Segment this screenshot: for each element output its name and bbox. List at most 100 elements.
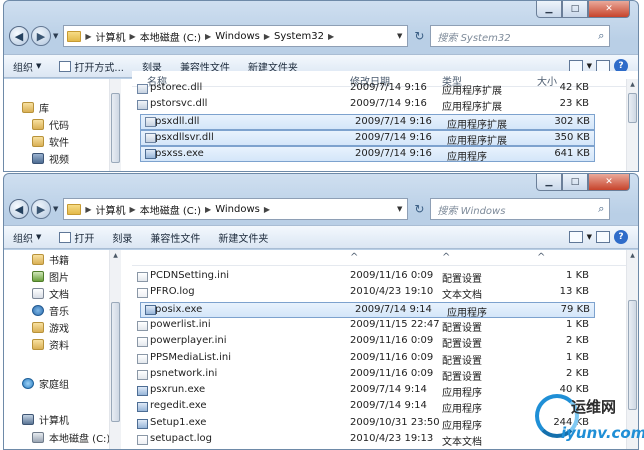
- file-date: 2009/11/16 0:09: [350, 335, 434, 347]
- file-row[interactable]: pstorec.dll 2009/7/14 9:16 应用程序扩展 42 KB: [132, 81, 593, 97]
- homegroup-icon: [22, 378, 34, 389]
- back-button[interactable]: ◀: [9, 26, 29, 46]
- file-size: 23 KB: [559, 98, 589, 110]
- file-row[interactable]: powerlist.ini 2009/11/15 22:47 配置设置 1 KB: [132, 318, 593, 334]
- breadcrumb-system32[interactable]: System32: [274, 31, 324, 42]
- chevron-right-icon[interactable]: ▶: [85, 205, 91, 214]
- file-date: 2009/11/15 22:47: [350, 318, 440, 330]
- nav-item-computer[interactable]: 计算机: [22, 411, 122, 428]
- column-type-sort-icon[interactable]: ^: [442, 252, 450, 263]
- file-row[interactable]: Setup1.exe 2009/10/31 23:50 应用程序 244 KB: [132, 416, 593, 432]
- chevron-right-icon[interactable]: ▶: [130, 32, 136, 41]
- chevron-right-icon[interactable]: ▶: [130, 205, 136, 214]
- nav-scrollbar[interactable]: ▲: [109, 250, 121, 449]
- file-name: powerlist.ini: [150, 318, 211, 330]
- chevron-right-icon[interactable]: ▶: [264, 32, 270, 41]
- close-button[interactable]: ✕: [588, 1, 630, 18]
- address-bar[interactable]: ▶ 计算机 ▶ 本地磁盘 (C:) ▶ Windows ▶ ▼: [63, 198, 409, 220]
- column-size-sort-icon[interactable]: ^: [537, 252, 545, 263]
- file-date: 2009/7/14 9:16: [355, 115, 432, 127]
- maximize-button[interactable]: □: [562, 1, 588, 18]
- address-dropdown-icon[interactable]: ▼: [397, 205, 402, 213]
- nav-scrollbar-thumb[interactable]: [111, 93, 120, 163]
- file-name: psxdllsvr.dll: [155, 131, 214, 143]
- minimize-button[interactable]: ▁: [536, 174, 562, 191]
- file-name: psxdll.dll: [155, 115, 200, 127]
- nav-scrollbar[interactable]: [109, 79, 121, 171]
- file-row[interactable]: pstorsvc.dll 2009/7/14 9:16 应用程序扩展 23 KB: [132, 97, 593, 113]
- search-icon[interactable]: ⌕: [598, 29, 604, 43]
- breadcrumb-computer[interactable]: 计算机: [96, 29, 126, 44]
- forward-button[interactable]: ▶: [31, 26, 51, 46]
- search-icon[interactable]: ⌕: [598, 202, 604, 216]
- breadcrumb-computer[interactable]: 计算机: [96, 202, 126, 217]
- open-with-button[interactable]: 打开方式...: [50, 56, 133, 76]
- folder-icon: [32, 339, 44, 350]
- chevron-right-icon[interactable]: ▶: [328, 32, 334, 41]
- file-name: PCDNSetting.ini: [150, 270, 230, 281]
- burn-label: 刻录: [112, 233, 133, 245]
- scroll-up-icon[interactable]: ▲: [627, 79, 638, 90]
- breadcrumb-windows[interactable]: Windows: [215, 31, 260, 42]
- file-row[interactable]: psnetwork.ini 2009/11/16 0:09 配置设置 2 KB: [132, 367, 593, 383]
- search-input[interactable]: 搜索 System32 ⌕: [430, 25, 611, 47]
- new-folder-button[interactable]: 新建文件夹: [209, 227, 277, 247]
- file-type: 配置设置: [442, 355, 482, 367]
- organize-button[interactable]: 组织 ▼: [4, 227, 50, 247]
- list-scrollbar[interactable]: ▲: [626, 79, 638, 171]
- file-row[interactable]: PFRO.log 2010/4/23 19:10 文本文档 13 KB: [132, 285, 593, 301]
- file-row[interactable]: powerplayer.ini 2009/11/16 0:09 配置设置 2 KB: [132, 334, 593, 350]
- view-dropdown-icon[interactable]: ▼: [587, 233, 592, 241]
- file-date: 2009/7/14 9:14: [350, 384, 427, 396]
- burn-button[interactable]: 刻录: [103, 227, 141, 247]
- nav-scrollbar-thumb[interactable]: [111, 302, 120, 422]
- breadcrumb-local-disk[interactable]: 本地磁盘 (C:): [140, 202, 201, 217]
- maximize-button[interactable]: □: [562, 174, 588, 191]
- dropdown-arrow-icon: ▼: [36, 233, 42, 241]
- preview-pane-icon[interactable]: [596, 231, 610, 243]
- search-input[interactable]: 搜索 Windows ⌕: [430, 198, 611, 220]
- open-button[interactable]: 打开: [50, 227, 103, 247]
- breadcrumb-windows[interactable]: Windows: [215, 204, 260, 215]
- file-row[interactable]: psxrun.exe 2009/7/14 9:14 应用程序 40 KB: [132, 383, 593, 399]
- nav-item-library[interactable]: 库: [22, 99, 122, 116]
- close-button[interactable]: ✕: [588, 174, 630, 191]
- breadcrumb-local-disk[interactable]: 本地磁盘 (C:): [140, 29, 201, 44]
- column-date-sort-icon[interactable]: ^: [350, 252, 358, 263]
- file-row[interactable]: psxdllsvr.dll 2009/7/14 9:16 应用程序扩展 350 KB: [140, 129, 595, 147]
- file-row[interactable]: posix.exe 2009/7/14 9:14 应用程序 79 KB: [140, 301, 595, 319]
- back-button[interactable]: ◀: [9, 199, 29, 219]
- exe-file-icon: [137, 402, 148, 413]
- address-dropdown-icon[interactable]: ▼: [397, 32, 402, 40]
- file-row[interactable]: setupact.log 2010/4/23 19:13 文本文档: [132, 432, 593, 448]
- nav-item-homegroup[interactable]: 家庭组: [22, 375, 122, 392]
- dll-file-icon: [137, 84, 148, 94]
- back-arrow-icon: ◀: [14, 202, 24, 216]
- address-bar[interactable]: ▶ 计算机 ▶ 本地磁盘 (C:) ▶ Windows ▶ System32 ▶…: [63, 25, 409, 47]
- compat-files-button[interactable]: 兼容性文件: [141, 227, 209, 247]
- scroll-up-icon[interactable]: ▲: [110, 250, 121, 261]
- refresh-button[interactable]: ↻: [408, 198, 430, 220]
- file-row[interactable]: psxss.exe 2009/7/14 9:16 应用程序 641 KB: [140, 146, 595, 163]
- chevron-right-icon[interactable]: ▶: [264, 205, 270, 214]
- refresh-button[interactable]: ↻: [408, 25, 430, 47]
- recent-pages-dropdown-icon[interactable]: ▼: [53, 205, 58, 213]
- file-type: 配置设置: [442, 322, 482, 334]
- recent-pages-dropdown-icon[interactable]: ▼: [53, 32, 58, 40]
- chevron-right-icon[interactable]: ▶: [85, 32, 91, 41]
- view-dropdown-icon[interactable]: ▼: [587, 62, 592, 70]
- file-row[interactable]: psxdll.dll 2009/7/14 9:16 应用程序扩展 302 KB: [140, 113, 595, 131]
- organize-button[interactable]: 组织 ▼: [4, 56, 50, 76]
- file-row[interactable]: PPSMediaList.ini 2009/11/16 0:09 配置设置 1 KB: [132, 351, 593, 367]
- chevron-right-icon[interactable]: ▶: [205, 32, 211, 41]
- minimize-button[interactable]: ▁: [536, 1, 562, 18]
- help-icon[interactable]: ?: [614, 230, 628, 244]
- chevron-right-icon[interactable]: ▶: [205, 205, 211, 214]
- log-file-icon: [137, 288, 148, 299]
- forward-button[interactable]: ▶: [31, 199, 51, 219]
- file-row[interactable]: regedit.exe 2009/7/14 9:14 应用程序: [132, 399, 593, 415]
- scroll-up-icon[interactable]: ▲: [627, 250, 638, 261]
- list-scrollbar-thumb[interactable]: [628, 93, 637, 123]
- file-row[interactable]: PCDNSetting.ini 2009/11/16 0:09 配置设置 1 KB: [132, 269, 593, 285]
- view-mode-icon[interactable]: [568, 231, 583, 243]
